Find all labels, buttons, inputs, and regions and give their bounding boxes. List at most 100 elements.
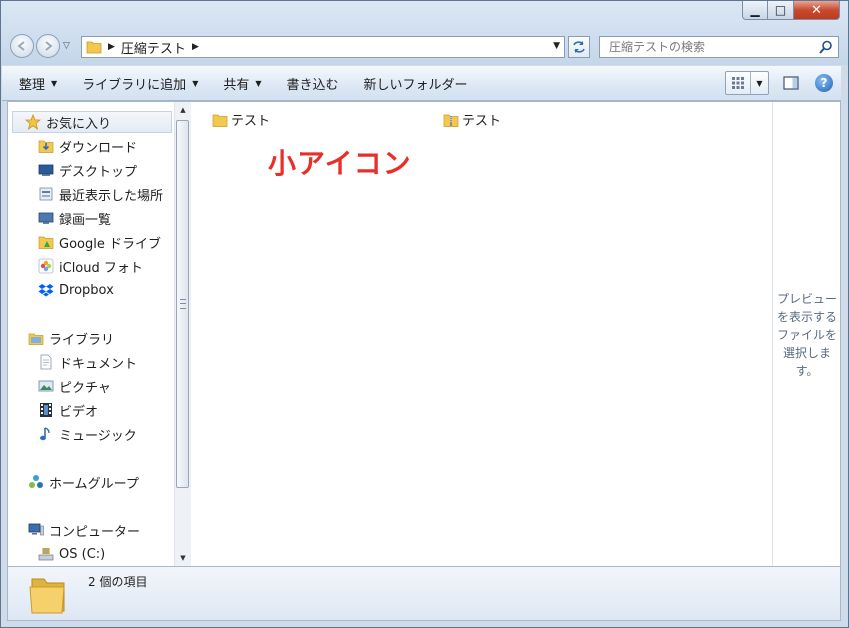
help-button[interactable]: ? [815,74,833,92]
nav-homegroup-label: ホームグループ [49,476,139,492]
nav-homegroup[interactable]: ホームグループ [28,471,139,493]
back-arrow-icon [17,41,25,51]
file-item[interactable]: テスト [212,110,270,129]
scrollbar-thumb[interactable] [176,120,189,488]
maximize-button[interactable]: □ [768,1,794,20]
minimize-icon: ▁ [750,3,760,17]
nav-item-pictures[interactable]: ピクチャ [38,375,111,397]
file-name: テスト [231,114,271,129]
organize-button[interactable]: 整理 ▼ [11,70,65,96]
view-icon[interactable] [726,72,751,94]
nav-item-label: デスクトップ [59,164,138,180]
nav-item-recent-places[interactable]: 最近表示した場所 [38,183,163,205]
chevron-down-icon: ▼ [255,78,262,88]
close-icon: ✕ [811,2,822,18]
nav-item-label: 最近表示した場所 [59,188,164,204]
nav-item-downloads[interactable]: ダウンロード [38,135,137,157]
nav-item-label: Google ドライブ [59,236,161,252]
nav-computer-label: コンピューター [49,524,141,540]
nav-item-documents[interactable]: ドキュメント [38,351,137,373]
tv-icon [38,210,54,226]
breadcrumb-current[interactable]: 圧縮テスト [121,38,186,57]
back-button[interactable] [10,34,34,58]
nav-item-dropbox[interactable]: Dropbox [38,279,114,301]
nav-item-label: OS (C:) [59,546,106,562]
nav-item-label: ピクチャ [59,380,111,396]
nav-item-label: Dropbox [59,282,114,298]
include-in-library-button[interactable]: ライブラリに追加 ▼ [74,70,206,96]
burn-button[interactable]: 書き込む [279,70,347,96]
details-pane: 2 個の項目 [7,567,841,621]
drive-icon [38,546,54,562]
caption-buttons: ▁ □ ✕ [742,1,840,20]
organize-label: 整理 [19,77,46,93]
nav-item-label: ミュージック [59,428,137,444]
file-list: テスト テスト 小アイコン [192,102,772,566]
address-bar[interactable]: ▶ 圧縮テスト ▶ ▼ [81,36,565,58]
libraries-icon [28,330,44,346]
icloud-photos-icon [38,258,54,274]
command-bar: 整理 ▼ ライブラリに追加 ▼ 共有 ▼ 書き込む 新しいフォルダー ▼ ? [2,66,841,101]
nav-item-label: iCloud フォト [59,260,143,276]
search-input[interactable] [607,39,818,55]
explorer-window: ▁ □ ✕ ▽ ▶ 圧縮テスト ▶ ▼ 整理 ▼ ライブラリに追加 ▼ 共有 ▼ 書き… [0,0,849,628]
nav-item-desktop[interactable]: デスクトップ [38,159,137,181]
recent-places-icon [38,186,54,202]
homegroup-icon [28,474,44,490]
help-icon: ? [820,76,828,90]
file-name: テスト [462,114,502,129]
breadcrumb: ▶ 圧縮テスト ▶ [82,38,205,57]
address-history-dropdown[interactable]: ▼ [553,41,560,51]
small-icons-view-icon [732,77,744,89]
nav-item-videos[interactable]: ビデオ [38,399,98,421]
refresh-button[interactable] [568,36,590,58]
scroll-up-button[interactable]: ▲ [175,102,191,118]
nav-item-recorded-tv[interactable]: 録画一覧 [38,207,111,229]
minimize-button[interactable]: ▁ [742,1,768,20]
search-icon[interactable] [818,39,834,55]
documents-icon [38,354,54,370]
nav-item-label: 録画一覧 [59,212,112,228]
preview-message: プレビューを表示するファイルを選択します。 [776,292,837,378]
forward-arrow-icon [45,41,53,51]
share-button[interactable]: 共有 ▼ [215,70,269,96]
nav-item-music[interactable]: ミュージック [38,423,137,445]
burn-label: 書き込む [286,77,339,93]
file-item[interactable]: テスト [443,110,501,129]
nav-favorites[interactable]: お気に入り [12,111,172,133]
new-folder-button[interactable]: 新しいフォルダー [356,70,476,96]
nav-item-google-drive[interactable]: Google ドライブ [38,231,161,253]
nav-libraries-label: ライブラリ [49,332,115,348]
scroll-down-button[interactable]: ▼ [175,550,191,566]
nav-item-label: ドキュメント [59,356,138,372]
folder-icon [86,41,102,54]
nav-item-label: ビデオ [59,404,99,420]
nav-item-icloud-photos[interactable]: iCloud フォト [38,255,143,277]
star-icon [25,114,41,130]
nav-item-label: ダウンロード [59,140,138,156]
nav-item-os-drive[interactable]: OS (C:) [38,543,105,565]
computer-icon [28,522,44,538]
view-dropdown-icon[interactable]: ▼ [751,79,768,88]
include-in-library-label: ライブラリに追加 [82,77,187,93]
nav-pane-scrollbar[interactable]: ▲ ▼ [174,102,191,566]
nav-libraries[interactable]: ライブラリ [28,327,114,349]
grip-icon [180,299,186,309]
preview-pane-icon [783,76,799,90]
breadcrumb-child-arrow[interactable]: ▶ [192,42,199,52]
music-note-icon [38,426,54,442]
nav-computer[interactable]: コンピューター [28,519,140,541]
search-box[interactable] [599,36,839,58]
close-button[interactable]: ✕ [794,1,840,20]
chevron-down-icon: ▼ [51,78,58,88]
google-drive-folder-icon [38,234,54,250]
share-label: 共有 [223,77,250,93]
folder-icon [212,114,228,127]
forward-button[interactable] [36,34,60,58]
recent-pages-dropdown[interactable]: ▽ [63,41,70,51]
breadcrumb-separator[interactable]: ▶ [108,42,115,52]
item-count: 2 個の項目 [88,575,148,589]
video-icon [38,402,54,418]
preview-pane-button[interactable] [781,73,801,93]
view-options-button[interactable]: ▼ [725,71,769,95]
